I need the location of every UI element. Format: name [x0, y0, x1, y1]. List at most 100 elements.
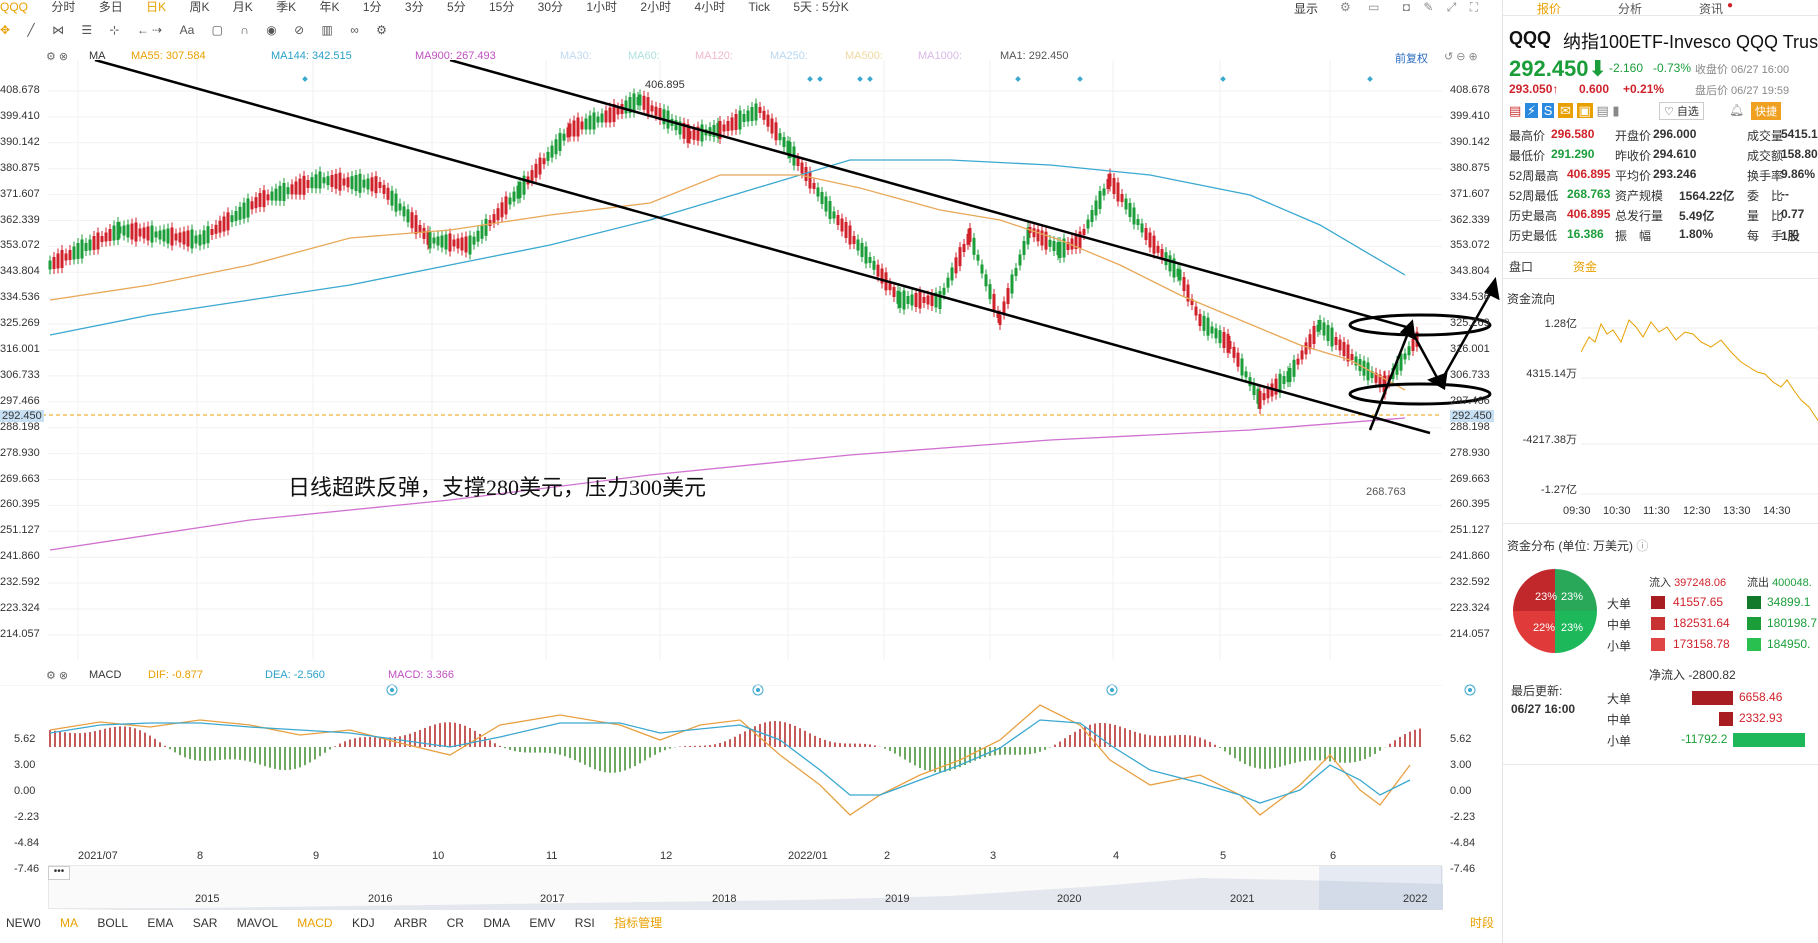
- event-marker[interactable]: [817, 76, 823, 82]
- bell-icon[interactable]: 🔔︎: [1729, 103, 1744, 117]
- stat-value: 406.895: [1567, 207, 1611, 221]
- tab-weekly[interactable]: 周K: [189, 1, 209, 13]
- candle-body: [194, 235, 198, 244]
- erase-icon[interactable]: ⊘: [294, 19, 304, 41]
- tab-news[interactable]: 资讯: [1699, 0, 1723, 17]
- candle-body: [378, 182, 382, 188]
- candle-body: [92, 236, 96, 250]
- ind-kdj[interactable]: KDJ: [352, 916, 375, 930]
- macd-legend-controls[interactable]: ⚙ ⊗: [46, 669, 68, 682]
- overview-menu[interactable]: •••: [48, 866, 70, 880]
- ind-ma[interactable]: MA: [60, 916, 78, 930]
- magnet-icon[interactable]: ∩: [240, 19, 249, 41]
- display-menu[interactable]: 显示: [1294, 0, 1318, 17]
- text-tool[interactable]: Aa: [180, 19, 195, 41]
- crosshair-icon[interactable]: ✥: [0, 19, 10, 41]
- event-marker[interactable]: [857, 76, 863, 82]
- s-icon[interactable]: S: [1541, 103, 1555, 118]
- macd-tick: -7.46: [1450, 863, 1476, 875]
- candle-body: [558, 133, 562, 151]
- ind-manage[interactable]: 指标管理: [614, 914, 662, 931]
- ind-emv[interactable]: EMV: [529, 916, 555, 930]
- watchlist-button[interactable]: ♡ 自选: [1659, 102, 1704, 120]
- macd-chart[interactable]: [0, 685, 1500, 835]
- quick-trade-button[interactable]: 快捷: [1751, 102, 1781, 120]
- candle-body: [554, 139, 558, 155]
- tab-analysis[interactable]: 分析: [1618, 0, 1642, 17]
- trendline-icon[interactable]: ╱: [27, 19, 34, 41]
- arrow-icon[interactable]: ← ⇢: [137, 19, 162, 41]
- ind-ema[interactable]: EMA: [147, 916, 173, 930]
- bookmark-icon[interactable]: ▮: [1612, 103, 1619, 118]
- layout-icon[interactable]: ▭: [1368, 0, 1379, 14]
- ind-boll[interactable]: BOLL: [97, 916, 128, 930]
- news-icon[interactable]: ▣: [1576, 103, 1593, 118]
- ind-cr[interactable]: CR: [447, 916, 464, 930]
- ind-mavol[interactable]: MAVOL: [237, 916, 278, 930]
- ind-arbr[interactable]: ARBR: [394, 916, 427, 930]
- event-marker[interactable]: [867, 76, 873, 82]
- tab-1hour[interactable]: 1小时: [586, 1, 617, 13]
- event-marker[interactable]: [1220, 76, 1226, 82]
- candle-body: [950, 267, 954, 281]
- camera-icon[interactable]: ◘: [1403, 0, 1410, 14]
- trash-icon[interactable]: ▥: [322, 19, 333, 41]
- price-chart[interactable]: [0, 60, 1500, 720]
- expand-icon[interactable]: ⛶: [1470, 0, 1478, 14]
- tab-quote[interactable]: 报价: [1537, 0, 1561, 17]
- tab-2hour[interactable]: 2小时: [640, 1, 671, 13]
- event-marker[interactable]: [1015, 76, 1021, 82]
- tab-3min[interactable]: 3分: [405, 1, 424, 13]
- candle-body: [914, 293, 918, 307]
- chart-icon[interactable]: ⚡: [1524, 103, 1539, 118]
- tab-monthly[interactable]: 月K: [233, 1, 253, 13]
- analysis-note: 日线超跌反弹，支撑280美元，压力300美元: [288, 475, 707, 500]
- comment-icon[interactable]: ▢: [212, 19, 223, 41]
- last-price: 292.450⬇: [1509, 56, 1607, 81]
- fullscreen-icon[interactable]: ⤢: [1447, 0, 1457, 14]
- candle-body: [958, 247, 962, 267]
- event-marker[interactable]: [1367, 76, 1373, 82]
- event-marker[interactable]: [807, 76, 813, 82]
- doc-icon[interactable]: ▤: [1596, 103, 1608, 118]
- tab-capital[interactable]: 资金: [1573, 258, 1597, 275]
- candle-body: [1032, 228, 1036, 238]
- session-button[interactable]: 时段: [1470, 914, 1494, 931]
- tab-multiday[interactable]: 多日: [99, 1, 123, 13]
- tab-5min[interactable]: 5分: [447, 1, 466, 13]
- help-icon[interactable]: ⓘ: [1636, 539, 1648, 553]
- measure-icon[interactable]: ⊹: [109, 19, 119, 41]
- candle-body: [166, 228, 170, 244]
- tab-5day[interactable]: 5天 : 5分K: [793, 1, 848, 13]
- candle-body: [242, 202, 246, 219]
- msg-icon[interactable]: ✉: [1557, 103, 1573, 118]
- link-icon[interactable]: ∞: [350, 19, 359, 41]
- tab-30min[interactable]: 30分: [538, 1, 563, 13]
- ind-rsi[interactable]: RSI: [575, 916, 595, 930]
- event-marker[interactable]: [302, 76, 308, 82]
- ind-new0[interactable]: NEW0: [6, 916, 41, 930]
- fib-icon[interactable]: ☰: [81, 19, 92, 41]
- pattern-icon[interactable]: ⋈: [52, 19, 64, 41]
- tab-intraday[interactable]: 分时: [51, 1, 75, 13]
- tab-15min[interactable]: 15分: [489, 1, 514, 13]
- ind-sar[interactable]: SAR: [193, 916, 218, 930]
- event-marker[interactable]: [1077, 76, 1083, 82]
- ind-macd[interactable]: MACD: [297, 916, 332, 930]
- candle-body: [186, 230, 190, 247]
- tab-tick[interactable]: Tick: [748, 1, 770, 13]
- tab-4hour[interactable]: 4小时: [694, 1, 725, 13]
- gear-icon[interactable]: ⚙: [1340, 0, 1351, 14]
- tab-orderbook[interactable]: 盘口: [1509, 258, 1533, 275]
- pen-icon[interactable]: ✎: [1423, 0, 1433, 14]
- eye-icon[interactable]: ◉: [266, 19, 276, 41]
- tab-quarterly[interactable]: 季K: [276, 1, 296, 13]
- tab-symbol[interactable]: QQQ: [0, 1, 28, 13]
- settings-icon[interactable]: ⚙: [376, 19, 387, 41]
- macd-prefix[interactable]: MACD: [89, 669, 121, 681]
- tab-1min[interactable]: 1分: [363, 1, 382, 13]
- candle-body: [472, 236, 476, 245]
- ind-dma[interactable]: DMA: [483, 916, 510, 930]
- tab-yearly[interactable]: 年K: [320, 1, 340, 13]
- tab-daily[interactable]: 日K: [146, 1, 166, 13]
